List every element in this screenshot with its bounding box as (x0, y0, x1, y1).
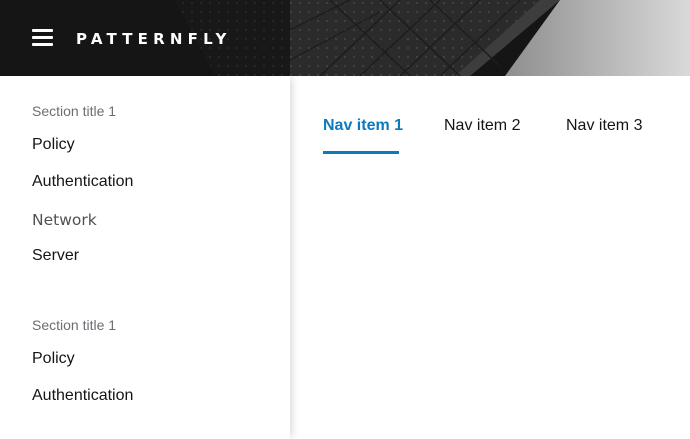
hamburger-menu-icon[interactable] (32, 28, 54, 48)
hamburger-line (32, 43, 53, 47)
sidebar-item-authentication[interactable]: Authentication (32, 173, 133, 191)
sidebar-item-authentication[interactable]: Authentication (32, 387, 133, 405)
sidebar-section-title: Section title 1 (32, 317, 117, 333)
masthead: PATTERNFLY (0, 0, 690, 76)
sidebar-item-server[interactable]: Server (32, 247, 79, 265)
hamburger-line (32, 29, 53, 33)
sidebar-group-network[interactable]: Network (32, 211, 97, 229)
tab-nav-item-2[interactable]: Nav item 2 (444, 116, 520, 136)
sidebar-item-policy[interactable]: Policy (32, 136, 75, 154)
sidebar-item-policy[interactable]: Policy (32, 350, 75, 368)
brand-logo[interactable]: PATTERNFLY (76, 30, 232, 48)
main-content: Nav item 1 Nav item 2 Nav item 3 (290, 76, 690, 439)
tab-nav-item-3[interactable]: Nav item 3 (566, 116, 642, 136)
sidebar-nav: Section title 1 Policy Authentication Ne… (0, 76, 290, 439)
tab-nav-item-1[interactable]: Nav item 1 (323, 116, 403, 136)
hamburger-line (32, 36, 53, 40)
sidebar-section-title: Section title 1 (32, 103, 117, 119)
active-tab-indicator (323, 151, 399, 154)
